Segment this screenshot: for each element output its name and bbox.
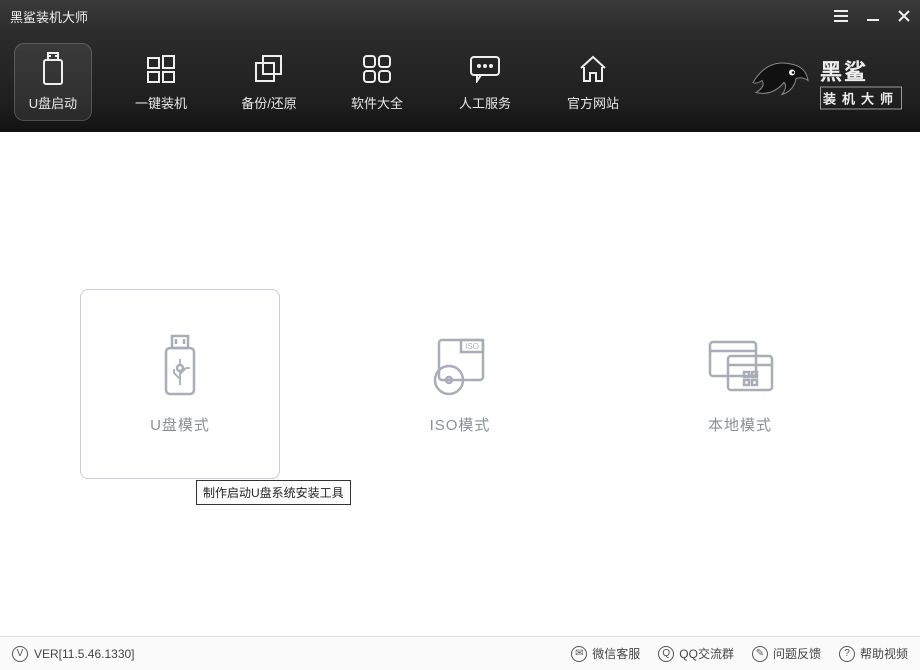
nav-label: 备份/还原 [241, 93, 297, 112]
status-link-wechat[interactable]: ✉ 微信客服 [571, 645, 640, 662]
nav-item-support[interactable]: 人工服务 [446, 43, 524, 121]
version-label: VER[11.5.46.1330] [34, 647, 135, 661]
mode-label: 本地模式 [708, 414, 772, 435]
titlebar: 黑鲨装机大师 [0, 0, 920, 32]
mode-card-iso[interactable]: ISO ISO模式 [360, 289, 560, 479]
nav-label: 官方网站 [567, 93, 619, 112]
mode-card-usb[interactable]: U盘模式 [80, 289, 280, 479]
mode-card-local[interactable]: 本地模式 [640, 289, 840, 479]
status-link-label: 帮助视频 [860, 645, 908, 662]
shark-icon [748, 53, 812, 112]
nav-label: 软件大全 [351, 93, 403, 112]
chat-icon [469, 53, 501, 85]
apps-icon [362, 53, 392, 85]
status-link-feedback[interactable]: ✎ 问题反馈 [752, 645, 821, 662]
window-controls [834, 10, 910, 22]
nav-item-one-click[interactable]: 一键装机 [122, 43, 200, 121]
status-link-qq[interactable]: Q QQ交流群 [658, 645, 734, 662]
feedback-icon: ✎ [752, 646, 768, 662]
status-link-label: 问题反馈 [773, 645, 821, 662]
menu-icon[interactable] [834, 10, 848, 22]
status-link-help[interactable]: ? 帮助视频 [839, 645, 908, 662]
nav-label: U盘启动 [29, 93, 77, 112]
usb-mode-icon [160, 334, 200, 398]
minimize-icon[interactable] [866, 10, 880, 22]
qq-icon: Q [658, 646, 674, 662]
windows-icon [146, 53, 176, 85]
version-icon: V [12, 646, 28, 662]
mode-label: ISO模式 [430, 414, 491, 435]
mode-label: U盘模式 [150, 414, 210, 435]
status-link-label: QQ交流群 [679, 645, 734, 662]
close-icon[interactable] [898, 10, 910, 22]
copy-icon [253, 53, 285, 85]
home-icon [577, 53, 609, 85]
wechat-icon: ✉ [571, 646, 587, 662]
status-links: ✉ 微信客服 Q QQ交流群 ✎ 问题反馈 ? 帮助视频 [571, 645, 908, 662]
status-link-label: 微信客服 [592, 645, 640, 662]
status-version: V VER[11.5.46.1330] [12, 646, 135, 662]
help-icon: ? [839, 646, 855, 662]
window-title: 黑鲨装机大师 [10, 7, 88, 26]
local-mode-icon [704, 334, 776, 398]
nav-items: U盘启动 一键装机 备份/还原 软件大全 人工服务 [14, 43, 632, 121]
main-area: U盘模式 ISO ISO模式 本地模式 制作启动U盘系统安装工具 [0, 132, 920, 636]
nav-item-website[interactable]: 官方网站 [554, 43, 632, 121]
usb-icon [41, 53, 65, 85]
iso-mode-icon: ISO [425, 334, 495, 398]
tooltip-usb-mode: 制作启动U盘系统安装工具 [196, 480, 351, 505]
nav-label: 一键装机 [135, 93, 187, 112]
nav-item-backup-restore[interactable]: 备份/还原 [230, 43, 308, 121]
nav-label: 人工服务 [459, 93, 511, 112]
brand-line2: 装机大师 [820, 87, 902, 110]
nav-item-software[interactable]: 软件大全 [338, 43, 416, 121]
nav-item-usb-boot[interactable]: U盘启动 [14, 43, 92, 121]
svg-text:ISO: ISO [465, 342, 479, 351]
statusbar: V VER[11.5.46.1330] ✉ 微信客服 Q QQ交流群 ✎ 问题反… [0, 636, 920, 670]
navbar: U盘启动 一键装机 备份/还原 软件大全 人工服务 [0, 32, 920, 132]
brand-line1: 黑鲨 [820, 55, 902, 87]
brand-logo: 黑鲨 装机大师 [748, 53, 902, 112]
